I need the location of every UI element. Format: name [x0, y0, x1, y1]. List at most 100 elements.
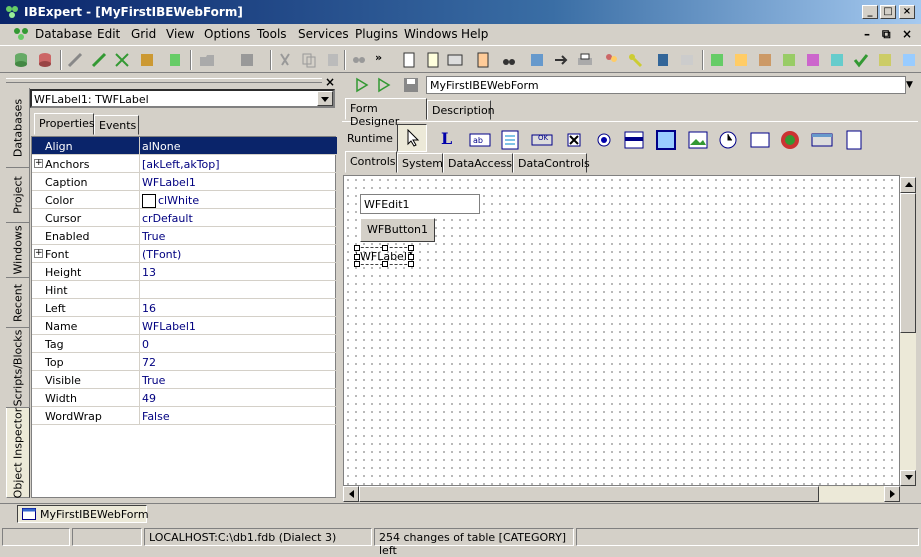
close-icon[interactable]: × [899, 5, 915, 19]
save-form-icon[interactable] [403, 77, 419, 93]
inspector-close-icon[interactable]: × [325, 75, 335, 89]
palette-pointer-button[interactable] [397, 124, 427, 152]
tab-datacontrols[interactable]: DataControls [513, 153, 590, 173]
property-value[interactable]: True [142, 230, 165, 243]
export-icon[interactable] [552, 51, 570, 69]
key-icon[interactable] [626, 51, 644, 69]
resize-handle[interactable] [354, 261, 360, 267]
property-value[interactable]: WFLabel1 [142, 176, 196, 189]
memo-component-icon[interactable] [499, 129, 521, 151]
property-row[interactable]: Enabled True [32, 227, 337, 245]
expand-icon[interactable]: + [34, 249, 43, 258]
menu-database[interactable]: Database [35, 27, 92, 41]
menu-view[interactable]: View [166, 27, 194, 41]
edit-component-icon[interactable]: ab [469, 129, 491, 151]
new-icon[interactable] [166, 51, 184, 69]
tab-form-designer[interactable]: Form Designer [345, 98, 427, 128]
resize-handle[interactable] [354, 245, 360, 251]
maximize-icon[interactable]: □ [880, 5, 896, 19]
register-db-icon[interactable] [12, 51, 30, 69]
property-row[interactable]: + Font (TFont) [32, 245, 337, 263]
vertical-scrollbar[interactable] [900, 177, 916, 486]
database-icon[interactable] [138, 51, 156, 69]
wflabel-control[interactable]: WFLabel1 [354, 245, 414, 267]
label-component-icon[interactable]: L [441, 129, 463, 151]
tab-databases[interactable]: Databases [6, 88, 30, 168]
menu-plugins[interactable]: Plugins [355, 27, 398, 41]
menu-grid[interactable]: Grid [131, 27, 156, 41]
minimize-icon[interactable]: _ [862, 5, 878, 19]
radio-component-icon[interactable] [593, 129, 615, 151]
resize-handle[interactable] [354, 254, 360, 260]
horizontal-scroll-thumb[interactable] [359, 486, 819, 502]
scroll-up-icon[interactable] [900, 177, 916, 193]
tab-project[interactable]: Project [6, 168, 30, 223]
property-value[interactable]: False [142, 410, 170, 423]
domain-icon[interactable] [876, 51, 894, 69]
tab-description[interactable]: Description [427, 100, 495, 120]
property-value[interactable]: [akLeft,akTop] [142, 158, 220, 171]
property-row[interactable]: Height 13 [32, 263, 337, 281]
role-icon[interactable] [900, 51, 918, 69]
property-row[interactable]: Color clWhite [32, 191, 337, 209]
mdi-close-icon[interactable]: × [902, 27, 912, 41]
reconnect-icon[interactable] [113, 51, 131, 69]
property-value[interactable]: crDefault [142, 212, 193, 225]
print-icon[interactable] [576, 51, 594, 69]
menu-tools[interactable]: Tools [257, 27, 287, 41]
resize-handle[interactable] [408, 254, 414, 260]
users-icon[interactable] [602, 51, 620, 69]
spinedit-component-icon[interactable] [749, 129, 771, 151]
resize-handle[interactable] [408, 245, 414, 251]
procedure-icon[interactable] [756, 51, 774, 69]
extract-icon[interactable] [528, 51, 546, 69]
wfedit-control[interactable]: WFEdit1 [360, 194, 480, 214]
property-value[interactable]: (TFont) [142, 248, 181, 261]
menu-options[interactable]: Options [204, 27, 250, 41]
image-component-icon[interactable] [687, 129, 709, 151]
frame-component-icon[interactable] [811, 129, 833, 151]
toolbar-overflow-icon[interactable]: » [375, 51, 382, 64]
property-row[interactable]: Align alNone [32, 137, 337, 155]
property-row[interactable]: Caption WFLabel1 [32, 173, 337, 191]
mdi-minimize-icon[interactable]: – [864, 27, 870, 41]
tab-object-inspector[interactable]: Object Inspector [6, 407, 30, 498]
property-value[interactable]: 16 [142, 302, 156, 315]
tab-dataaccess[interactable]: DataAccess [443, 153, 513, 173]
script-icon[interactable] [400, 51, 418, 69]
property-row[interactable]: Cursor crDefault [32, 209, 337, 227]
property-row[interactable]: Tag 0 [32, 335, 337, 353]
horizontal-scrollbar[interactable] [343, 486, 900, 502]
property-row[interactable]: + Anchors [akLeft,akTop] [32, 155, 337, 173]
google-component-icon[interactable] [779, 129, 801, 151]
run-icon[interactable] [355, 77, 369, 93]
mdi-restore-icon[interactable]: ⧉ [882, 27, 891, 42]
tab-events[interactable]: Events [94, 115, 139, 135]
exception-icon[interactable] [828, 51, 846, 69]
panel-component-icon[interactable] [655, 129, 677, 151]
sql-editor-icon[interactable] [424, 51, 442, 69]
scroll-left-icon[interactable] [343, 486, 359, 502]
resize-handle[interactable] [408, 261, 414, 267]
chevron-down-icon[interactable] [317, 91, 333, 106]
unregister-db-icon[interactable] [36, 51, 54, 69]
expand-icon[interactable]: + [34, 159, 43, 168]
report-icon[interactable] [474, 51, 492, 69]
checkbox-component-icon[interactable] [563, 129, 585, 151]
book-icon[interactable] [654, 51, 672, 69]
property-value[interactable]: 13 [142, 266, 156, 279]
property-value[interactable]: WFLabel1 [142, 320, 196, 333]
property-row[interactable]: Width 49 [32, 389, 337, 407]
document-component-icon[interactable] [843, 129, 865, 151]
forward-icon[interactable] [678, 51, 696, 69]
paste-icon[interactable] [324, 51, 342, 69]
form-name-combo[interactable]: MyFirstIBEWebForm [426, 76, 906, 94]
property-value[interactable]: 72 [142, 356, 156, 369]
menu-windows[interactable]: Windows [404, 27, 458, 41]
copy-icon[interactable] [300, 51, 318, 69]
table-icon[interactable] [708, 51, 726, 69]
taskbar-item-form[interactable]: MyFirstIBEWebForm [17, 505, 149, 523]
scroll-down-icon[interactable] [900, 470, 916, 486]
property-row[interactable]: Top 72 [32, 353, 337, 371]
mdi-child-icon[interactable] [12, 27, 30, 41]
